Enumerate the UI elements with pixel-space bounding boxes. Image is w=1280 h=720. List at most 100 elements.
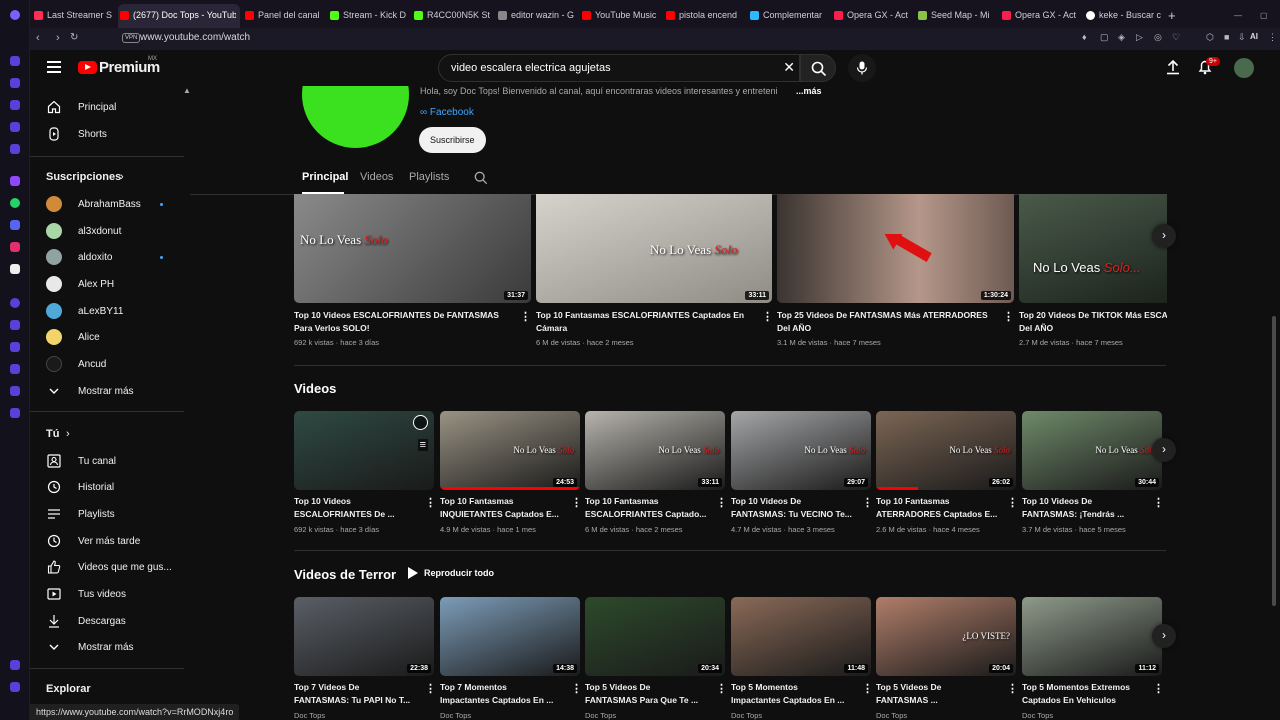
discord-icon[interactable] — [10, 220, 20, 230]
rail-app-icon[interactable] — [10, 78, 20, 88]
video-title[interactable]: Top 10 Fantasmas ESCALOFRIANTES Captado..… — [585, 495, 713, 521]
browser-tab[interactable]: Panel del canal — [245, 5, 325, 25]
back-icon[interactable]: ‹ — [36, 32, 40, 44]
shield-icon[interactable]: ◈ — [1118, 32, 1125, 43]
window-menu-icon[interactable]: ▢ — [1260, 5, 1270, 25]
section-title-terror[interactable]: Videos de Terror — [294, 567, 396, 582]
browser-tab[interactable]: Complementar — [750, 5, 830, 25]
sidebar-item-principal[interactable]: Principal — [30, 94, 184, 120]
sidebar-item-history[interactable]: Historial — [30, 474, 184, 500]
row-next-button[interactable]: › — [1152, 624, 1176, 648]
more-options-icon[interactable]: ⋮ — [1153, 496, 1164, 509]
search-button[interactable] — [800, 54, 836, 82]
browser-tab[interactable]: Opera GX - Act — [834, 5, 914, 25]
rail-app-icon[interactable] — [10, 144, 20, 154]
video-thumbnail[interactable]: 14:38 — [440, 597, 580, 676]
menu-icon[interactable]: ⋮ — [1268, 32, 1277, 43]
more-options-icon[interactable]: ⋮ — [520, 310, 531, 323]
video-title[interactable]: Top 7 Momentos Impactantes Captados En ..… — [440, 681, 568, 707]
video-thumbnail[interactable]: ≡ — [294, 411, 434, 490]
subscribe-button[interactable]: Suscribirse — [419, 127, 486, 153]
more-options-icon[interactable]: ⋮ — [862, 496, 873, 509]
channel-description[interactable]: Hola, soy Doc Tops! Bienvenido al canal,… — [420, 86, 778, 96]
player-icon[interactable]: ▷ — [1136, 32, 1143, 43]
hamburger-menu-icon[interactable] — [47, 61, 61, 73]
rail-settings-icon[interactable] — [10, 660, 20, 670]
tab-videos[interactable]: Videos — [360, 171, 393, 183]
video-title[interactable]: Top 10 Videos ESCALOFRIANTES De ... — [294, 495, 422, 521]
video-title[interactable]: Top 10 Fantasmas INQUIETANTES Captados E.… — [440, 495, 568, 521]
video-title[interactable]: Top 5 Videos De FANTASMAS ... — [876, 681, 1004, 707]
video-thumbnail[interactable]: No Lo Veas Solo 24:53 — [440, 411, 580, 490]
rail-app-icon[interactable] — [10, 122, 20, 132]
more-options-icon[interactable]: ⋮ — [571, 682, 582, 695]
video-title[interactable]: Top 10 Videos De FANTASMAS: ¡Tendrás ... — [1022, 495, 1150, 521]
upload-icon[interactable] — [1166, 59, 1180, 75]
voice-search-button[interactable] — [848, 54, 876, 82]
forward-icon[interactable]: › — [56, 32, 60, 44]
video-thumbnail[interactable]: No Lo Veas Solo 26:02 — [876, 411, 1016, 490]
show-more-you-button[interactable]: Mostrar más — [30, 634, 184, 660]
sidebar-scroll-up-icon[interactable]: ▲ — [183, 86, 191, 95]
browser-tab[interactable]: keke - Buscar c — [1086, 5, 1166, 25]
search-input[interactable]: video escalera electrica agujetas ✕ — [438, 54, 800, 82]
row-next-button[interactable]: › — [1152, 224, 1176, 248]
show-more-subscriptions-button[interactable]: Mostrar más — [30, 378, 184, 404]
video-thumbnail[interactable]: 11:48 — [731, 597, 871, 676]
browser-tab[interactable]: pistola encend — [666, 5, 746, 25]
you-header[interactable]: Tú › — [30, 421, 184, 447]
video-thumbnail[interactable]: No Lo Veas Solo 29:07 — [731, 411, 871, 490]
whatsapp-icon[interactable] — [10, 198, 20, 208]
sidebar-item-your-channel[interactable]: Tu canal — [30, 448, 184, 474]
subscription-item[interactable]: Ancud — [30, 351, 184, 377]
sidebar-item-liked-videos[interactable]: Videos que me gus... — [30, 554, 184, 580]
more-options-icon[interactable]: ⋮ — [716, 496, 727, 509]
video-thumbnail[interactable]: No Lo Veas Solo 33:11 — [585, 411, 725, 490]
video-thumbnail[interactable]: No Lo Veas Solo 31:37 — [294, 194, 531, 303]
video-title[interactable]: Top 10 Videos ESCALOFRIANTES De FANTASMA… — [294, 309, 516, 335]
download-icon[interactable]: ⇩ — [1238, 32, 1246, 43]
video-title[interactable]: Top 10 Videos De FANTASMAS: Tu VECINO Te.… — [731, 495, 859, 521]
rail-app-icon[interactable] — [10, 320, 20, 330]
extension-avatar-icon[interactable]: ■ — [1224, 32, 1229, 42]
video-title[interactable]: Top 7 Videos De FANTASMAS: Tu PAPI No T..… — [294, 681, 422, 707]
sidebar-item-playlists[interactable]: Playlists — [30, 501, 184, 527]
browser-tab[interactable]: R4CC00N5K St — [414, 5, 494, 25]
video-title[interactable]: Top 5 Videos De FANTASMAS Para Que Te ... — [585, 681, 713, 707]
channel-description-more-link[interactable]: ...más — [796, 86, 822, 96]
more-options-icon[interactable]: ⋮ — [1153, 682, 1164, 695]
video-title[interactable]: Top 10 Fantasmas ATERRADORES Captados E..… — [876, 495, 1004, 521]
youtube-logo-icon[interactable] — [78, 61, 97, 74]
more-options-icon[interactable]: ⋮ — [862, 682, 873, 695]
more-options-icon[interactable]: ⋮ — [716, 682, 727, 695]
vpn-badge[interactable]: VPN — [122, 33, 141, 43]
browser-tab[interactable]: Seed Map - Mi — [918, 5, 998, 25]
account-avatar[interactable] — [1234, 58, 1254, 78]
browser-tab-active[interactable]: (2677) Doc Tops - YouTub — [120, 5, 236, 25]
add-to-queue-icon[interactable]: ≡ — [417, 439, 428, 451]
rail-app-icon[interactable] — [10, 100, 20, 110]
url-field[interactable]: www.youtube.com/watch — [140, 32, 250, 43]
channel-search-icon[interactable] — [474, 171, 488, 185]
browser-tab[interactable]: Opera GX - Act — [1002, 5, 1082, 25]
row-next-button[interactable]: › — [1152, 438, 1176, 462]
play-all-button[interactable]: Reproducir todo — [408, 567, 494, 579]
new-tab-button[interactable]: + — [1168, 5, 1182, 25]
video-title[interactable]: Top 25 Videos De FANTASMAS Más ATERRADOR… — [777, 309, 999, 335]
rail-more-icon[interactable] — [10, 682, 20, 692]
rail-app-icon[interactable] — [10, 298, 20, 308]
tab-principal[interactable]: Principal — [302, 171, 348, 183]
video-thumbnail[interactable]: 20:34 — [585, 597, 725, 676]
page-scrollbar[interactable] — [1272, 316, 1276, 606]
snapshot-icon[interactable]: ▢ — [1100, 32, 1109, 43]
video-thumbnail[interactable]: 11:12 — [1022, 597, 1162, 676]
browser-tab[interactable]: Last Streamer S — [34, 5, 114, 25]
channel-avatar[interactable] — [302, 86, 409, 148]
heart-icon[interactable]: ♡ — [1172, 32, 1180, 43]
rail-app-icon[interactable] — [10, 342, 20, 352]
tiktok-icon[interactable] — [10, 264, 20, 274]
watch-later-icon[interactable] — [413, 415, 428, 430]
extensions-icon[interactable]: ⬡ — [1206, 32, 1214, 43]
video-thumbnail[interactable]: ¿LO VISTE? 20:04 — [876, 597, 1016, 676]
more-options-icon[interactable]: ⋮ — [1007, 682, 1018, 695]
